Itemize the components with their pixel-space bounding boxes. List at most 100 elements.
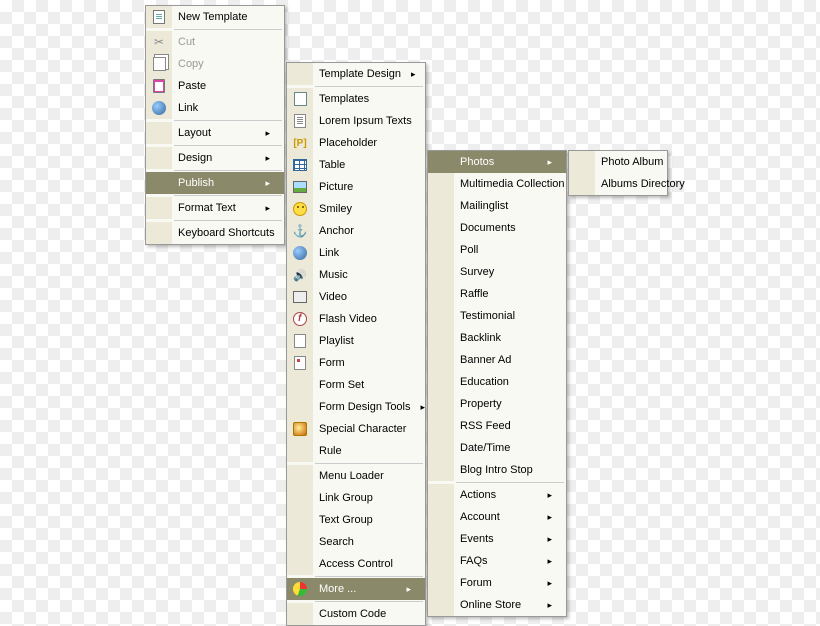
menu-item-table[interactable]: Table	[287, 154, 425, 176]
menu-item-photo-album[interactable]: Photo Album	[569, 151, 667, 173]
submenu-publish: Template Design ▸ Templates Lorem Ipsum …	[286, 62, 426, 626]
separator	[315, 463, 423, 464]
menu-item-smiley[interactable]: Smiley	[287, 198, 425, 220]
menu-item-faqs[interactable]: FAQs ▸	[428, 550, 566, 572]
menu-label: Anchor	[313, 225, 411, 237]
menu-item-form[interactable]: Form	[287, 352, 425, 374]
menu-item-special[interactable]: Special Character	[287, 418, 425, 440]
menu-item-playlist[interactable]: Playlist	[287, 330, 425, 352]
menu-item-music[interactable]: Music	[287, 264, 425, 286]
templates-icon	[287, 88, 313, 110]
menu-item-layout[interactable]: Layout ▸	[146, 122, 284, 144]
new-template-icon	[146, 6, 172, 28]
menu-item-form-tools[interactable]: Form Design Tools ▸	[287, 396, 425, 418]
menu-item-testimonial[interactable]: Testimonial	[428, 305, 566, 327]
menu-item-account[interactable]: Account ▸	[428, 506, 566, 528]
icon-slot-empty	[428, 217, 454, 239]
menu-label: Photos	[454, 156, 537, 168]
menu-item-link-group[interactable]: Link Group	[287, 487, 425, 509]
submenu-arrow-icon: ▸	[547, 534, 552, 545]
separator	[174, 29, 282, 30]
menu-item-custom-code[interactable]: Custom Code	[287, 603, 425, 625]
menu-item-multimedia[interactable]: Multimedia Collection ▸	[428, 173, 566, 195]
menu-label: Form Set	[313, 379, 411, 391]
menu-label: RSS Feed	[454, 420, 552, 432]
submenu-arrow-icon: ▸	[411, 69, 416, 80]
menu-item-poll[interactable]: Poll	[428, 239, 566, 261]
menu-item-text-group[interactable]: Text Group	[287, 509, 425, 531]
menu-item-rule[interactable]: Rule	[287, 440, 425, 462]
menu-item-datetime[interactable]: Date/Time	[428, 437, 566, 459]
menu-item-backlink[interactable]: Backlink	[428, 327, 566, 349]
menu-label: Smiley	[313, 203, 411, 215]
menu-label: Actions	[454, 489, 537, 501]
menu-item-blog-intro[interactable]: Blog Intro Stop	[428, 459, 566, 481]
lorem-icon	[287, 110, 313, 132]
menu-item-placeholder[interactable]: Placeholder	[287, 132, 425, 154]
icon-slot-empty	[146, 172, 172, 194]
menu-item-link2[interactable]: Link	[287, 242, 425, 264]
submenu-arrow-icon: ▸	[406, 584, 411, 595]
icon-slot-empty	[569, 173, 595, 195]
separator	[174, 195, 282, 196]
menu-item-lorem[interactable]: Lorem Ipsum Texts	[287, 110, 425, 132]
link-icon	[146, 97, 172, 119]
separator	[174, 145, 282, 146]
menu-label: Testimonial	[454, 310, 552, 322]
menu-item-raffle[interactable]: Raffle	[428, 283, 566, 305]
menu-item-keyboard-shortcuts[interactable]: Keyboard Shortcuts	[146, 222, 284, 244]
menu-item-education[interactable]: Education	[428, 371, 566, 393]
separator	[315, 576, 423, 577]
menu-item-search[interactable]: Search	[287, 531, 425, 553]
menu-item-video[interactable]: Video	[287, 286, 425, 308]
submenu-arrow-icon: ▸	[547, 578, 552, 589]
menu-label: Templates	[313, 93, 411, 105]
menu-label: Photo Album	[595, 156, 663, 168]
menu-item-paste[interactable]: Paste	[146, 75, 284, 97]
menu-item-anchor[interactable]: Anchor	[287, 220, 425, 242]
menu-item-menu-loader[interactable]: Menu Loader	[287, 465, 425, 487]
menu-item-survey[interactable]: Survey	[428, 261, 566, 283]
menu-item-picture[interactable]: Picture	[287, 176, 425, 198]
separator	[174, 220, 282, 221]
placeholder-icon	[287, 132, 313, 154]
picture-icon	[287, 176, 313, 198]
menu-item-new-template[interactable]: New Template	[146, 6, 284, 28]
menu-item-banner[interactable]: Banner Ad	[428, 349, 566, 371]
cut-icon	[146, 31, 172, 53]
separator	[456, 482, 564, 483]
menu-item-albums-directory[interactable]: Albums Directory	[569, 173, 667, 195]
menu-item-actions[interactable]: Actions ▸	[428, 484, 566, 506]
menu-item-forum[interactable]: Forum ▸	[428, 572, 566, 594]
submenu-arrow-icon: ▸	[547, 600, 552, 611]
menu-item-format-text[interactable]: Format Text ▸	[146, 197, 284, 219]
menu-label: Paste	[172, 80, 270, 92]
menu-item-more[interactable]: More ... ▸	[287, 578, 425, 600]
icon-slot-empty	[428, 151, 454, 173]
menu-item-access-control[interactable]: Access Control	[287, 553, 425, 575]
separator	[174, 170, 282, 171]
menu-item-mailinglist[interactable]: Mailinglist	[428, 195, 566, 217]
submenu-arrow-icon: ▸	[265, 203, 270, 214]
menu-item-flash[interactable]: Flash Video	[287, 308, 425, 330]
icon-slot-empty	[287, 531, 313, 553]
menu-label: Copy	[172, 58, 270, 70]
menu-item-template-design[interactable]: Template Design ▸	[287, 63, 425, 85]
menu-label: New Template	[172, 11, 270, 23]
menu-item-events[interactable]: Events ▸	[428, 528, 566, 550]
menu-item-documents[interactable]: Documents	[428, 217, 566, 239]
icon-slot-empty	[287, 553, 313, 575]
menu-label: Date/Time	[454, 442, 552, 454]
menu-item-photos[interactable]: Photos ▸	[428, 151, 566, 173]
menu-label: Forum	[454, 577, 537, 589]
menu-item-templates[interactable]: Templates	[287, 88, 425, 110]
menu-label: Documents	[454, 222, 552, 234]
menu-item-link[interactable]: Link	[146, 97, 284, 119]
menu-item-rss[interactable]: RSS Feed	[428, 415, 566, 437]
menu-item-online-store[interactable]: Online Store ▸	[428, 594, 566, 616]
menu-item-property[interactable]: Property	[428, 393, 566, 415]
menu-item-design[interactable]: Design ▸	[146, 147, 284, 169]
submenu-arrow-icon: ▸	[265, 128, 270, 139]
menu-item-publish[interactable]: Publish ▸	[146, 172, 284, 194]
menu-item-form-set[interactable]: Form Set	[287, 374, 425, 396]
